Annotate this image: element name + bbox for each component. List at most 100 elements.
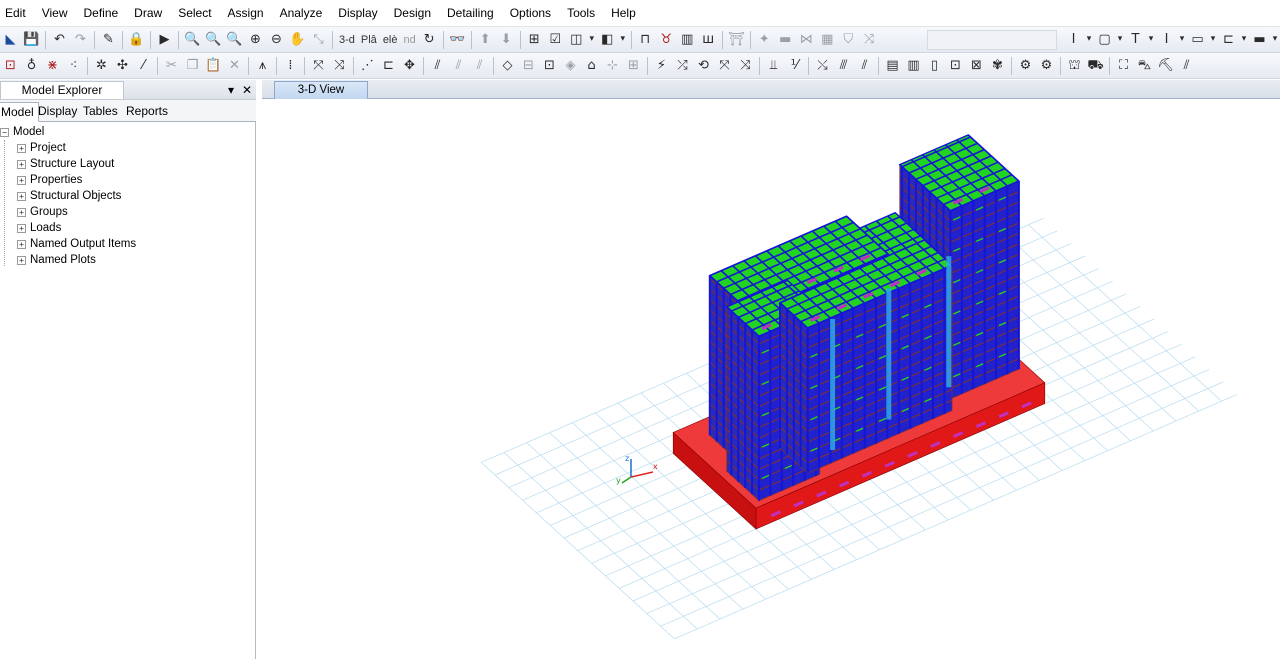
tree-node-model[interactable]: − Model: [0, 124, 44, 140]
display-options-icon[interactable]: ◫: [566, 29, 587, 50]
copy-icon[interactable]: ❐: [182, 55, 203, 76]
object-shrink-icon[interactable]: ⊞: [524, 29, 545, 50]
select-tool-icon[interactable]: ⋰: [357, 55, 378, 76]
assign-tool-icon[interactable]: ✲: [91, 55, 112, 76]
draw-area-icon[interactable]: ⊟: [518, 55, 539, 76]
cut-icon[interactable]: ✂: [161, 55, 182, 76]
detail-tool-icon[interactable]: ⫽: [1176, 55, 1197, 76]
menu-view[interactable]: View: [34, 0, 76, 27]
menu-draw[interactable]: Draw: [126, 0, 170, 27]
expand-icon[interactable]: +: [17, 207, 26, 217]
tab-model[interactable]: Model: [0, 102, 39, 122]
assign-tool-icon[interactable]: ⤮: [672, 55, 693, 76]
t-section-icon[interactable]: T: [1125, 29, 1146, 50]
draw-tool-icon[interactable]: ⤨: [329, 55, 350, 76]
assign-tool-icon[interactable]: ⫫: [763, 55, 784, 76]
expand-icon[interactable]: +: [17, 255, 26, 265]
dropdown-arrow-icon[interactable]: ▾: [1239, 29, 1249, 50]
menu-tools[interactable]: Tools: [559, 0, 603, 27]
menu-select[interactable]: Select: [170, 0, 219, 27]
run-analysis-icon[interactable]: ▶: [154, 29, 175, 50]
zoom-previous-icon[interactable]: 🔍: [224, 29, 245, 50]
force-diagram-icon[interactable]: ▥: [677, 29, 698, 50]
assign-tool-icon[interactable]: ⤧: [714, 55, 735, 76]
replicate-icon[interactable]: ⩚: [252, 55, 273, 76]
frame-icon[interactable]: ⊓: [635, 29, 656, 50]
dropdown-arrow-icon[interactable]: ▾: [618, 29, 628, 50]
paste-icon[interactable]: 📋: [203, 55, 224, 76]
nd-view-button[interactable]: nd: [401, 34, 419, 46]
detail-tool-icon[interactable]: ⛏: [1155, 55, 1176, 76]
menu-edit[interactable]: Edit: [0, 0, 34, 27]
dropdown-arrow-icon[interactable]: ▾: [1208, 29, 1218, 50]
tool-icon[interactable]: ⋈: [796, 29, 817, 50]
design-tool-icon[interactable]: ⛫: [1064, 55, 1085, 76]
draw-braces-icon[interactable]: ⤧: [308, 55, 329, 76]
draw-joint-icon[interactable]: ⊡: [0, 55, 21, 76]
box-section-icon[interactable]: ▢: [1094, 29, 1115, 50]
assign-tool-icon[interactable]: ⟲: [693, 55, 714, 76]
deformed-shape-icon[interactable]: ♉: [656, 29, 677, 50]
perspective-icon[interactable]: 👓: [447, 29, 468, 50]
assign-tool-icon[interactable]: ✣: [112, 55, 133, 76]
expand-icon[interactable]: +: [17, 223, 26, 233]
zoom-in-icon[interactable]: ⊕: [245, 29, 266, 50]
move-icon[interactable]: ✥: [399, 55, 420, 76]
i-section-icon[interactable]: I: [1063, 29, 1084, 50]
assign-tool-icon[interactable]: ⫽: [854, 55, 875, 76]
draw-columns-icon[interactable]: ⁞: [280, 55, 301, 76]
dropdown-arrow-icon[interactable]: ▾: [1146, 29, 1156, 50]
deck-section-icon[interactable]: ▭: [1187, 29, 1208, 50]
save-icon[interactable]: 💾: [21, 29, 42, 50]
tree-node-named-plots[interactable]: + Named Plots: [17, 252, 96, 268]
tab-tables[interactable]: Tables: [79, 102, 122, 122]
zoom-full-icon[interactable]: 🔍: [203, 29, 224, 50]
elevation-view-button[interactable]: elè: [380, 34, 401, 46]
draw-tool-icon[interactable]: ⋇: [42, 55, 63, 76]
pan-icon[interactable]: ✋: [287, 29, 308, 50]
close-icon[interactable]: ✕: [242, 82, 252, 98]
assign-tool-icon[interactable]: ⤨: [735, 55, 756, 76]
channel-section-icon[interactable]: ⊏: [1218, 29, 1239, 50]
tree-node-loads[interactable]: + Loads: [17, 220, 61, 236]
assign-tool-icon[interactable]: ⤯: [812, 55, 833, 76]
expand-icon[interactable]: +: [17, 175, 26, 185]
tab-reports[interactable]: Reports: [122, 102, 172, 122]
draw-line-icon[interactable]: ⁄: [133, 55, 154, 76]
expand-icon[interactable]: +: [17, 159, 26, 169]
expand-icon[interactable]: +: [17, 143, 26, 153]
assign-tool-icon[interactable]: ⚡: [651, 55, 672, 76]
draw-beam-icon[interactable]: ⫽: [469, 55, 490, 76]
tool-icon[interactable]: ▬: [775, 29, 796, 50]
model-3d-canvas[interactable]: z x y: [262, 99, 1280, 659]
pin-icon[interactable]: ▾: [228, 82, 234, 98]
open-file-icon[interactable]: ◣: [0, 29, 21, 50]
design-tool-icon[interactable]: ⊠: [966, 55, 987, 76]
design-icon[interactable]: ⛩: [726, 29, 747, 50]
pencil-icon[interactable]: ✎: [98, 29, 119, 50]
draw-area-icon[interactable]: ◇: [497, 55, 518, 76]
draw-beam-icon[interactable]: ⫽: [427, 55, 448, 76]
tool-icon[interactable]: ⤨: [859, 29, 880, 50]
redo-icon[interactable]: ↷: [70, 29, 91, 50]
extrude-icon[interactable]: ◧: [597, 29, 618, 50]
tree-node-structural-objects[interactable]: + Structural Objects: [17, 188, 121, 204]
menu-detailing[interactable]: Detailing: [439, 0, 502, 27]
rotate-view-icon[interactable]: ↻: [419, 29, 440, 50]
select-tool-icon[interactable]: ⊏: [378, 55, 399, 76]
draw-beam-icon[interactable]: ⫽: [448, 55, 469, 76]
draw-area-icon[interactable]: ⊡: [539, 55, 560, 76]
menu-analyze[interactable]: Analyze: [272, 0, 331, 27]
draw-area-icon[interactable]: ◈: [560, 55, 581, 76]
tree-node-groups[interactable]: + Groups: [17, 204, 68, 220]
design-tool-icon[interactable]: ✾: [987, 55, 1008, 76]
dropdown-arrow-icon[interactable]: ▾: [1084, 29, 1094, 50]
zoom-window-icon[interactable]: 🔍: [182, 29, 203, 50]
dropdown-arrow-icon[interactable]: ▾: [587, 29, 597, 50]
expand-icon[interactable]: +: [17, 191, 26, 201]
menu-design[interactable]: Design: [386, 0, 439, 27]
expand-icon[interactable]: +: [17, 239, 26, 249]
dropdown-arrow-icon[interactable]: ▾: [1270, 29, 1280, 50]
beam-section-icon[interactable]: ▬: [1249, 29, 1270, 50]
menu-define[interactable]: Define: [75, 0, 126, 27]
